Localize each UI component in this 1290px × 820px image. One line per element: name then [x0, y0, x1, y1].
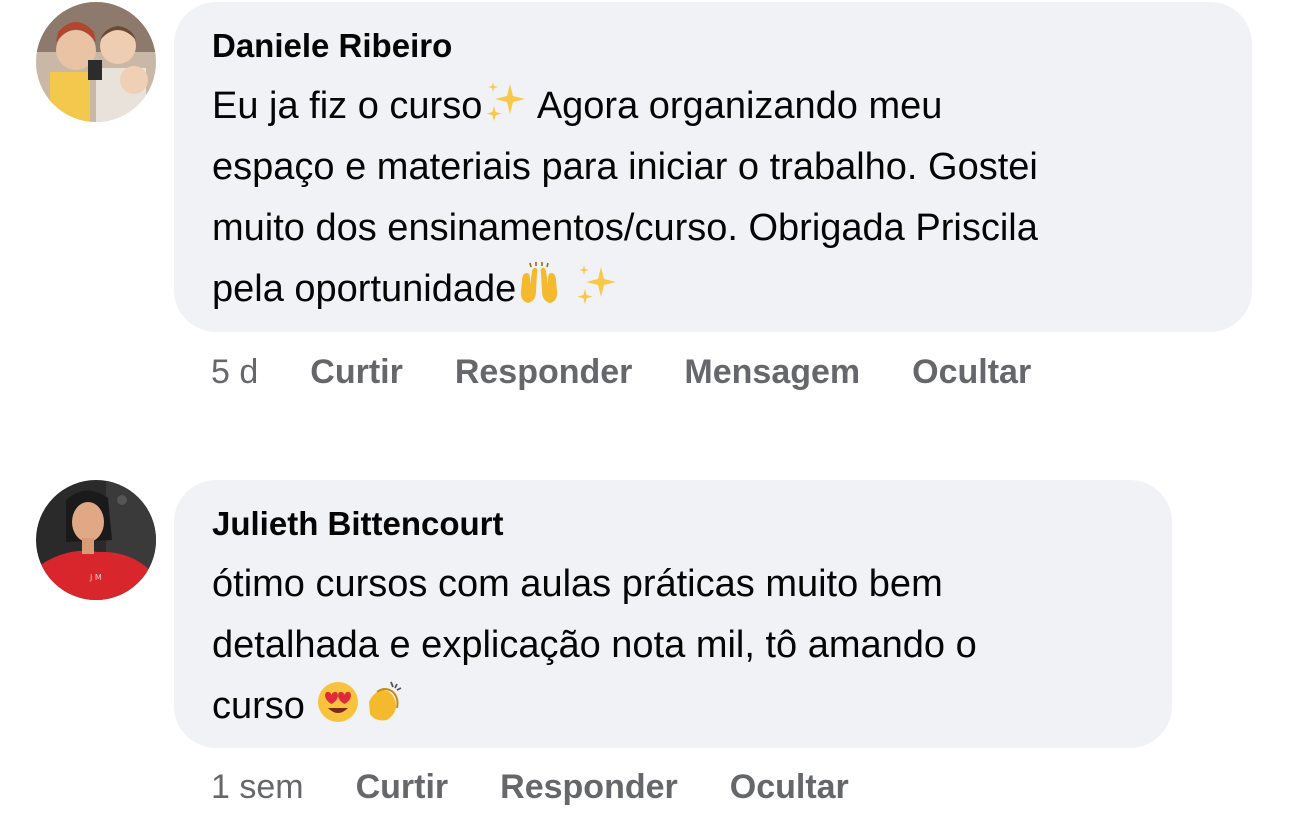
comment-text-part: pela oportunidade [212, 268, 517, 310]
comment-author[interactable]: Julieth Bittencourt [212, 502, 1134, 546]
sparkles-emoji-icon [482, 78, 528, 124]
like-button[interactable]: Curtir [356, 767, 449, 807]
comment-text-part: curso [212, 685, 305, 727]
comment-bubble: Daniele Ribeiro Eu ja fiz o curso Agora … [174, 2, 1252, 332]
comment-text-part: detalhada e explicação nota mil, tô aman… [212, 624, 977, 666]
hide-button[interactable]: Ocultar [730, 767, 849, 807]
comment-timestamp[interactable]: 5 d [211, 352, 258, 392]
message-button[interactable]: Mensagem [684, 352, 860, 392]
reply-button[interactable]: Responder [500, 767, 678, 807]
comment-actions: 1 sem Curtir Responder Ocultar [211, 767, 901, 807]
comment-text-part: Eu ja fiz o curso [212, 85, 483, 127]
comment-text-part: ótimo cursos com aulas práticas muito be… [212, 563, 943, 605]
like-button[interactable]: Curtir [310, 352, 403, 392]
comment-bubble: Julieth Bittencourt ótimo cursos com aul… [174, 480, 1172, 748]
comment-text: ótimo cursos com aulas práticas muito be… [212, 554, 1134, 737]
reply-button[interactable]: Responder [455, 352, 633, 392]
comment-author[interactable]: Daniele Ribeiro [212, 24, 1214, 68]
comment-text-part: muito dos ensinamentos/curso. Obrigada P… [212, 207, 1038, 249]
hide-button[interactable]: Ocultar [912, 352, 1031, 392]
comment-timestamp[interactable]: 1 sem [211, 767, 304, 807]
comment-text: Eu ja fiz o curso Agora organizando meu … [212, 76, 1214, 320]
sparkles-emoji-icon [573, 261, 619, 307]
heart-eyes-emoji-icon [315, 678, 361, 724]
comment-text-part: espaço e materiais para iniciar o trabal… [212, 146, 1038, 188]
comment-text-part: Agora organizando meu [536, 85, 943, 127]
raising-hands-emoji-icon [516, 261, 562, 307]
svg-text:J M: J M [89, 573, 102, 582]
avatar-photo-icon [36, 2, 156, 122]
avatar[interactable]: J M [36, 480, 156, 600]
avatar[interactable] [36, 2, 156, 122]
comment-actions: 5 d Curtir Responder Mensagem Ocultar [211, 352, 1083, 392]
clapping-hands-emoji-icon [361, 678, 407, 724]
avatar-photo-icon: J M [36, 480, 156, 600]
